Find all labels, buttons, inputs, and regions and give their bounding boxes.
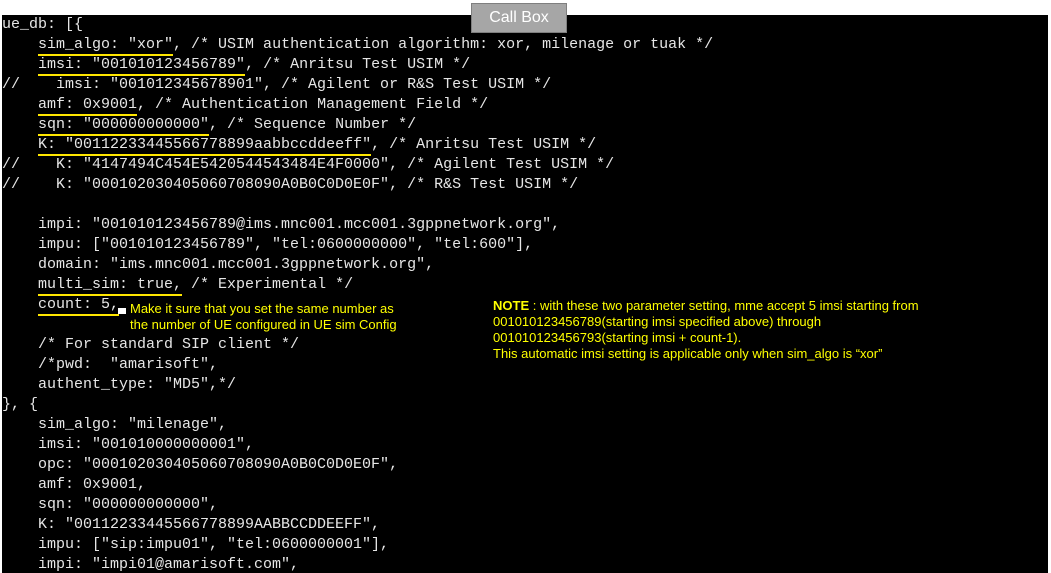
code-line: sim_algo: "xor", /* USIM authentication … (2, 35, 714, 56)
code-line: }, { (2, 395, 38, 415)
highlighted-parameter: count: 5, (38, 296, 120, 316)
code-line: domain: "ims.mnc001.mcc001.3gppnetwork.o… (2, 255, 434, 275)
code-text: , /* Sequence Number */ (209, 116, 417, 133)
code-text: sqn: "000000000000", (2, 496, 219, 513)
code-text: /*pwd: "amarisoft", (2, 356, 219, 373)
highlighted-parameter: sim_algo: "xor" (38, 36, 174, 56)
code-line: opc: "000102030405060708090A0B0C0D0E0F", (2, 455, 398, 475)
code-line: K: "00112233445566778899aabbccddeeff", /… (2, 135, 597, 156)
code-text: // imsi: "001012345678901", /* Agilent o… (2, 76, 552, 93)
code-text: , /* USIM authentication algorithm: xor,… (173, 36, 714, 53)
code-line: imsi: "001010000000001", (2, 435, 254, 455)
text-cursor (118, 308, 126, 314)
code-text: domain: "ims.mnc001.mcc001.3gppnetwork.o… (2, 256, 435, 273)
code-line: multi_sim: true, /* Experimental */ (2, 275, 354, 296)
code-text: ue_db: [{ (2, 16, 84, 33)
code-text: impi: "impi01@amarisoft.com", (2, 556, 300, 573)
code-text: }, { (2, 396, 39, 413)
note-text: : with these two parameter setting, mme … (493, 298, 919, 361)
code-line: K: "00112233445566778899AABBCCDDEEFF", (2, 515, 380, 535)
count-annotation: Make it sure that you set the same numbe… (130, 301, 397, 332)
code-line: count: 5, (2, 295, 120, 316)
code-line: ue_db: [{ (2, 15, 83, 35)
code-text: opc: "000102030405060708090A0B0C0D0E0F", (2, 456, 399, 473)
code-line: amf: 0x9001, (2, 475, 146, 495)
code-line: imsi: "001010123456789", /* Anritsu Test… (2, 55, 471, 76)
code-line: /*pwd: "amarisoft", (2, 355, 218, 375)
code-text: imsi: "001010000000001", (2, 436, 255, 453)
code-line: sqn: "000000000000", (2, 495, 218, 515)
highlighted-parameter: multi_sim: true, (38, 276, 183, 296)
code-text: , /* Anritsu Test USIM */ (245, 56, 471, 73)
code-line: // K: "000102030405060708090A0B0C0D0E0F"… (2, 175, 578, 195)
code-line: // K: "4147494C454E5420544543484E4F0000"… (2, 155, 614, 175)
code-editor[interactable]: ue_db: [{ sim_algo: "xor", /* USIM authe… (2, 15, 1048, 573)
code-text: impi: "001010123456789@ims.mnc001.mcc001… (2, 216, 561, 233)
code-text: impu: ["sip:impu01", "tel:0600000001"], (2, 536, 390, 553)
code-line: impu: ["sip:impu01", "tel:0600000001"], (2, 535, 389, 555)
highlighted-parameter: sqn: "000000000000" (38, 116, 210, 136)
code-text: authent_type: "MD5",*/ (2, 376, 237, 393)
highlighted-parameter: K: "00112233445566778899aabbccddeeff" (38, 136, 372, 156)
code-text: // K: "000102030405060708090A0B0C0D0E0F"… (2, 176, 579, 193)
code-line: // imsi: "001012345678901", /* Agilent o… (2, 75, 551, 95)
note-label: NOTE (493, 298, 530, 313)
code-line: impu: ["001010123456789", "tel:060000000… (2, 235, 533, 255)
code-line: amf: 0x9001, /* Authentication Managemen… (2, 95, 489, 116)
code-text: sim_algo: "milenage", (2, 416, 228, 433)
code-line: /* For standard SIP client */ (2, 335, 299, 355)
code-text: /* For standard SIP client */ (2, 336, 300, 353)
code-text: , /* Authentication Management Field */ (137, 96, 489, 113)
code-line: authent_type: "MD5",*/ (2, 375, 236, 395)
note-annotation: NOTE : with these two parameter setting,… (493, 298, 919, 362)
code-line: impi: "001010123456789@ims.mnc001.mcc001… (2, 215, 560, 235)
highlighted-parameter: amf: 0x9001 (38, 96, 138, 116)
code-text: // K: "4147494C454E5420544543484E4F0000"… (2, 156, 615, 173)
code-line: impi: "impi01@amarisoft.com", (2, 555, 299, 573)
code-text: amf: 0x9001, (2, 476, 147, 493)
code-line: sim_algo: "milenage", (2, 415, 227, 435)
call-box-label: Call Box (471, 3, 567, 33)
code-text: , /* Anritsu Test USIM */ (371, 136, 597, 153)
code-text: impu: ["001010123456789", "tel:060000000… (2, 236, 534, 253)
code-text: K: "00112233445566778899AABBCCDDEEFF", (2, 516, 381, 533)
code-line: sqn: "000000000000", /* Sequence Number … (2, 115, 417, 136)
highlighted-parameter: imsi: "001010123456789" (38, 56, 246, 76)
code-text: /* Experimental */ (182, 276, 354, 293)
